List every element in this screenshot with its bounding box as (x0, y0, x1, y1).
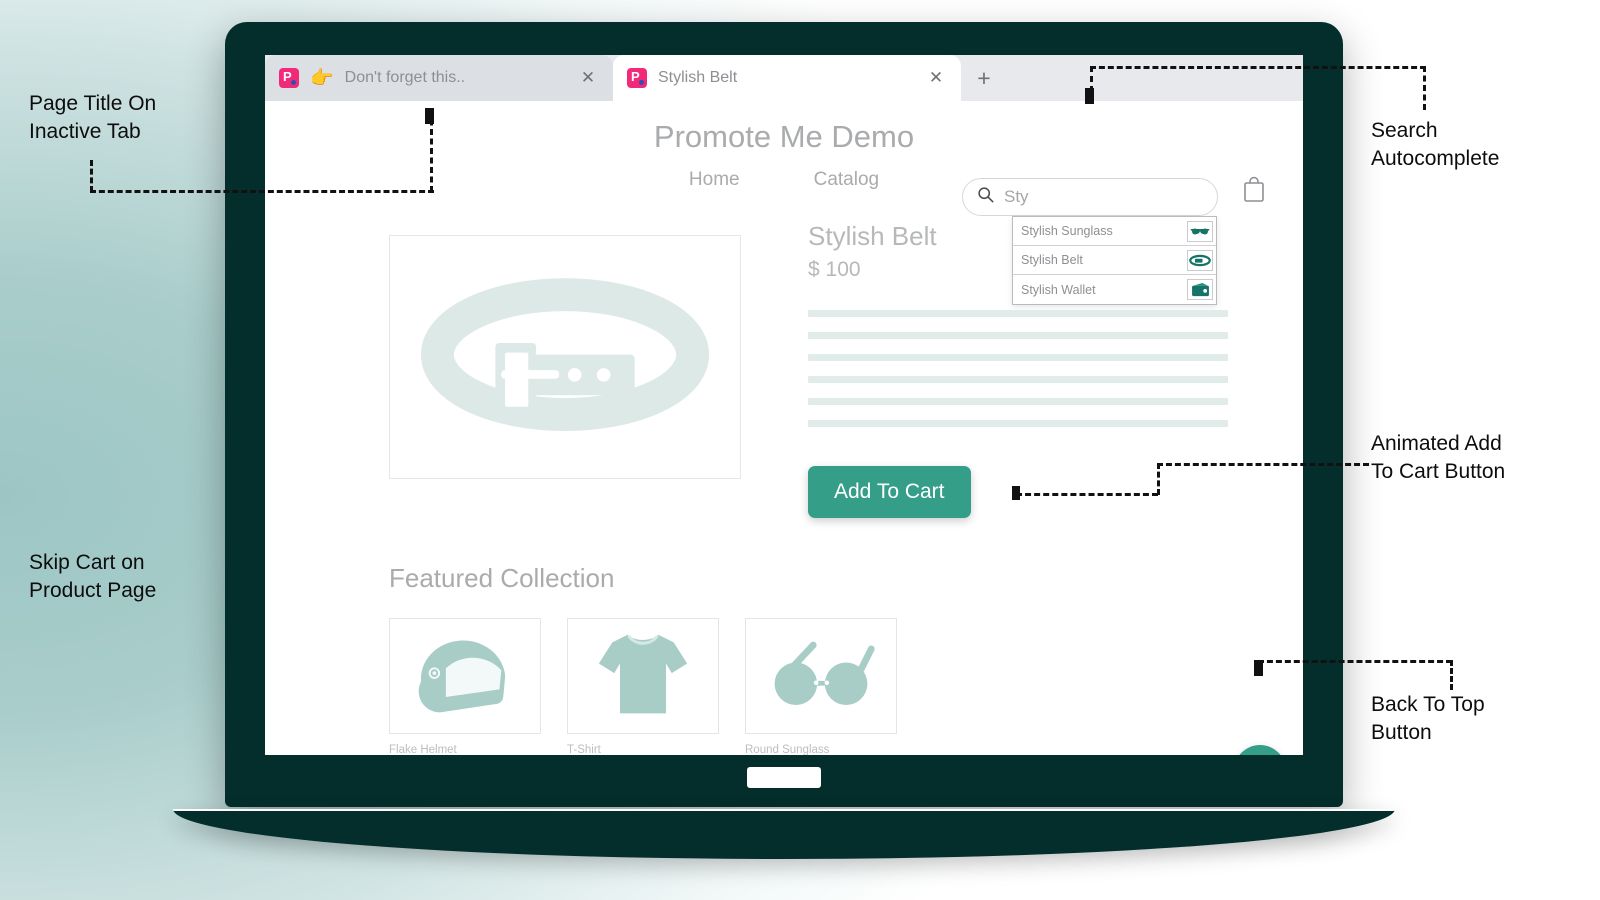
leader-endpoint (1254, 660, 1263, 676)
browser-tab-title: Don't forget this.. (345, 69, 566, 87)
nav-item-home[interactable]: Home (689, 169, 740, 191)
nav-item-catalog[interactable]: Catalog (814, 169, 880, 191)
promote-me-favicon-icon (627, 68, 647, 88)
product-card[interactable]: Flake Helmet $ 120 (389, 618, 541, 755)
new-tab-button[interactable]: + (961, 55, 1007, 101)
product-card-image (567, 618, 719, 734)
placeholder-bar (808, 354, 1228, 361)
product-card-name: Flake Helmet (389, 744, 541, 755)
browser-tab-inactive[interactable]: 👉 Don't forget this.. ✕ (265, 55, 613, 101)
leader-endpoint (1012, 486, 1020, 500)
placeholder-bar (808, 376, 1228, 383)
leader-line (1423, 66, 1426, 110)
leader-endpoint (1085, 88, 1094, 104)
leader-line (1157, 463, 1369, 466)
laptop-mockup: 👉 Don't forget this.. ✕ Stylish Belt ✕ +… (225, 22, 1343, 822)
browser-tab-title: Stylish Belt (658, 69, 914, 87)
leader-line (1450, 660, 1453, 690)
featured-collection-section: Featured Collection Flake Helmet (389, 563, 1189, 755)
leader-endpoint (425, 108, 434, 124)
product-info: Stylish Belt $ 100 (808, 221, 1228, 442)
product-card-name: T-Shirt (567, 744, 719, 755)
search-input[interactable] (1004, 187, 1203, 207)
leader-line (1016, 493, 1158, 496)
product-title: Stylish Belt (808, 221, 1228, 252)
back-to-top-button[interactable] (1234, 745, 1286, 755)
search-icon (977, 186, 994, 208)
leader-line (1090, 66, 1426, 69)
placeholder-bar (808, 420, 1228, 427)
featured-collection-grid: Flake Helmet $ 120 T-Shirt $ 100 (389, 618, 1189, 755)
placeholder-bar (808, 398, 1228, 405)
product-card-name: Round Sunglass (745, 744, 897, 755)
leader-line (90, 190, 434, 193)
product-price: $ 100 (808, 258, 1228, 282)
annotation-skip-cart-product-page: Skip Cart on Product Page (29, 549, 156, 605)
placeholder-bar (808, 332, 1228, 339)
page-title: Promote Me Demo (265, 119, 1303, 155)
product-card-image (389, 618, 541, 734)
browser-window: 👉 Don't forget this.. ✕ Stylish Belt ✕ +… (265, 55, 1303, 755)
leader-line (1157, 463, 1160, 495)
annotation-back-to-top: Back To Top Button (1371, 691, 1485, 747)
leader-line (1258, 660, 1452, 663)
annotation-search-autocomplete: Search Autocomplete (1371, 117, 1499, 173)
product-image (389, 235, 741, 479)
laptop-hinge-notch (747, 767, 821, 788)
shopping-bag-icon[interactable] (1241, 175, 1267, 205)
product-card[interactable]: T-Shirt $ 100 (567, 618, 719, 755)
annotation-animated-add-to-cart: Animated Add To Cart Button (1371, 430, 1505, 486)
close-icon[interactable]: ✕ (577, 67, 599, 89)
web-page-content: Promote Me Demo Home Catalog (265, 101, 1303, 755)
promote-me-favicon-icon (279, 68, 299, 88)
close-icon[interactable]: ✕ (925, 67, 947, 89)
product-detail-section: Stylish Belt $ 100 Add To Cart (265, 211, 1303, 471)
placeholder-bar (808, 310, 1228, 317)
add-to-cart-button[interactable]: Add To Cart (808, 466, 971, 518)
browser-tab-active[interactable]: Stylish Belt ✕ (613, 55, 961, 101)
product-card[interactable]: Round Sunglass $ 150 (745, 618, 897, 755)
featured-collection-title: Featured Collection (389, 563, 1189, 594)
browser-tab-bar: 👉 Don't forget this.. ✕ Stylish Belt ✕ + (265, 55, 1303, 101)
product-card-image (745, 618, 897, 734)
pointing-hand-icon: 👉 (310, 66, 334, 90)
site-header: Promote Me Demo Home Catalog (265, 101, 1303, 211)
leader-line (90, 160, 93, 192)
product-description-placeholder (808, 310, 1228, 427)
annotation-page-title-inactive-tab: Page Title On Inactive Tab (29, 90, 156, 146)
